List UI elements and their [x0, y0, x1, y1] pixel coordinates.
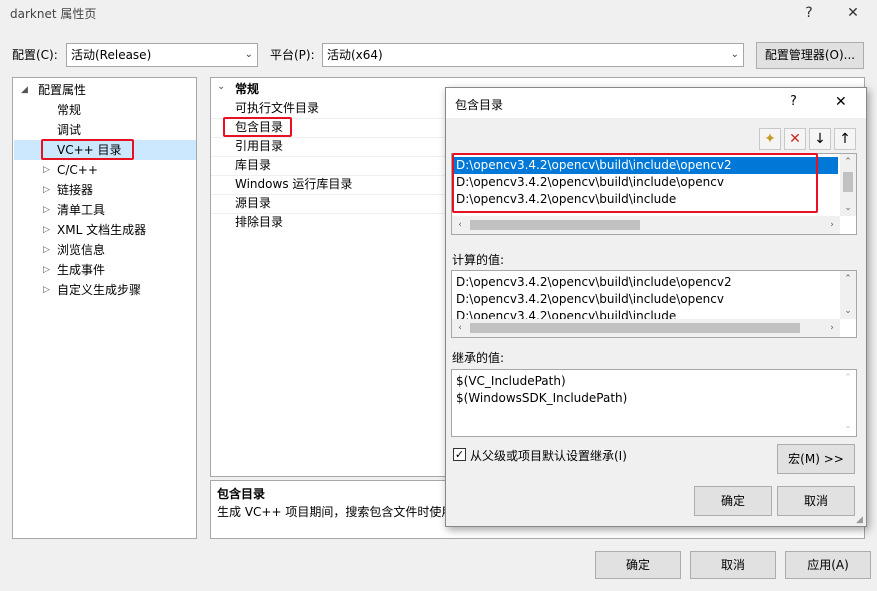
scroll-up-icon[interactable]: ⌃	[840, 154, 856, 170]
window-title: darknet 属性页	[10, 7, 97, 21]
tree-item-build-events[interactable]: 生成事件	[57, 260, 105, 280]
dialog-cancel-button[interactable]: 取消	[777, 486, 855, 516]
dialog-help-button[interactable]: ?	[790, 94, 797, 109]
tree-collapsed-icon: ▷	[43, 285, 50, 295]
platform-value: 活动(x64)	[327, 48, 383, 62]
highlight-box-entries	[452, 153, 818, 213]
horizontal-scrollbar[interactable]: ‹ ›	[452, 216, 840, 234]
scrollbar-thumb[interactable]	[843, 172, 853, 192]
tree-item-c-cpp[interactable]: C/C++	[57, 160, 98, 180]
tree-item-debugging[interactable]: 调试	[57, 120, 81, 140]
computed-line: D:\opencv3.4.2\opencv\build\include\open…	[456, 275, 732, 289]
scroll-up-icon[interactable]: ⌃	[840, 271, 856, 287]
config-manager-button[interactable]: 配置管理器(O)...	[756, 42, 864, 69]
move-down-icon[interactable]: ↓	[809, 128, 831, 150]
config-label: 配置(C):	[12, 48, 58, 62]
scroll-up-icon[interactable]: ⌃	[840, 370, 856, 386]
config-combo[interactable]: 活动(Release) ⌄	[66, 43, 258, 67]
dialog-title: 包含目录	[455, 98, 504, 112]
tree-root[interactable]: 配置属性	[38, 80, 86, 100]
inherit-checkbox[interactable]: ✓	[453, 448, 466, 461]
inherited-line: $(WindowsSDK_IncludePath)	[456, 391, 628, 405]
tree-collapsed-icon: ▷	[43, 205, 50, 215]
dialog-titlebar	[446, 88, 866, 118]
platform-label: 平台(P):	[270, 48, 315, 62]
computed-label: 计算的值:	[452, 253, 505, 267]
tree-item-custom-build[interactable]: 自定义生成步骤	[57, 280, 141, 300]
scrollbar-thumb[interactable]	[470, 220, 640, 230]
vertical-scrollbar[interactable]: ⌃ ⌄	[840, 154, 856, 216]
config-value: 活动(Release)	[71, 48, 152, 62]
scroll-left-icon[interactable]: ‹	[452, 320, 468, 336]
tree-item-browse-info[interactable]: 浏览信息	[57, 240, 105, 260]
tree-collapsed-icon: ▷	[43, 225, 50, 235]
help-button[interactable]: ?	[796, 2, 822, 24]
dialog-close-button[interactable]: ✕	[835, 94, 847, 110]
vertical-scrollbar[interactable]: ⌃ ⌄	[840, 271, 856, 319]
scroll-down-icon[interactable]: ⌄	[840, 200, 856, 216]
scroll-left-icon[interactable]: ‹	[452, 217, 468, 233]
scroll-right-icon[interactable]: ›	[824, 320, 840, 336]
scroll-right-icon[interactable]: ›	[824, 217, 840, 233]
scrollbar-thumb[interactable]	[470, 323, 800, 333]
chevron-down-icon: ⌄	[730, 49, 739, 60]
tree-expanded-icon: ◢	[21, 85, 28, 95]
move-up-icon[interactable]: ↑	[834, 128, 856, 150]
tree-item-general[interactable]: 常规	[57, 100, 81, 120]
vertical-scrollbar[interactable]: ⌃ ⌄	[840, 370, 856, 436]
tree-item-linker[interactable]: 链接器	[57, 180, 93, 200]
include-dirs-dialog: 包含目录 ? ✕ ✦ ✕ ↓ ↑ D:\opencv3.4.2\opencv\b…	[445, 87, 867, 527]
highlight-box-include-dirs	[223, 117, 292, 137]
dialog-ok-button[interactable]: 确定	[694, 486, 772, 516]
cancel-button[interactable]: 取消	[690, 551, 776, 579]
delete-icon[interactable]: ✕	[784, 128, 806, 150]
ok-button[interactable]: 确定	[595, 551, 681, 579]
computed-line: D:\opencv3.4.2\opencv\build\include\open…	[456, 292, 724, 306]
highlight-box-vc-directories	[41, 139, 134, 160]
apply-button[interactable]: 应用(A)	[785, 551, 871, 579]
tree-panel: ◢ 配置属性 常规 调试 VC++ 目录 ▷ C/C++ ▷ 链接器 ▷ 清单工…	[12, 77, 197, 539]
new-line-icon[interactable]: ✦	[759, 128, 781, 150]
description-text: 生成 VC++ 项目期间，搜索包含文件时使用	[217, 505, 454, 519]
tree-collapsed-icon: ▷	[43, 165, 50, 175]
inherit-checkbox-label[interactable]: 从父级或项目默认设置继承(I)	[470, 447, 627, 464]
tree-item-xml-doc[interactable]: XML 文档生成器	[57, 220, 146, 240]
tree-collapsed-icon: ▷	[43, 185, 50, 195]
chevron-down-icon: ⌄	[217, 81, 226, 92]
description-title: 包含目录	[217, 487, 266, 501]
checkmark-icon: ✓	[454, 448, 465, 461]
window-close-button[interactable]: ✕	[840, 2, 866, 24]
computed-list: D:\opencv3.4.2\opencv\build\include\open…	[451, 270, 857, 338]
inherited-label: 继承的值:	[452, 351, 505, 365]
platform-combo[interactable]: 活动(x64) ⌄	[322, 43, 744, 67]
inherited-line: $(VC_IncludePath)	[456, 374, 566, 388]
chevron-down-icon: ⌄	[244, 49, 253, 60]
macro-button[interactable]: 宏(M) >>	[777, 444, 855, 474]
scroll-down-icon[interactable]: ⌄	[840, 418, 856, 434]
inherited-list: $(VC_IncludePath) $(WindowsSDK_IncludePa…	[451, 369, 857, 437]
tree-item-manifest-tool[interactable]: 清单工具	[57, 200, 105, 220]
grid-category: 常规	[235, 82, 260, 96]
scroll-down-icon[interactable]: ⌄	[840, 303, 856, 319]
tree-collapsed-icon: ▷	[43, 265, 50, 275]
tree-collapsed-icon: ▷	[43, 245, 50, 255]
resize-grip-icon[interactable]: ◢	[856, 515, 863, 525]
horizontal-scrollbar[interactable]: ‹ ›	[452, 319, 840, 337]
